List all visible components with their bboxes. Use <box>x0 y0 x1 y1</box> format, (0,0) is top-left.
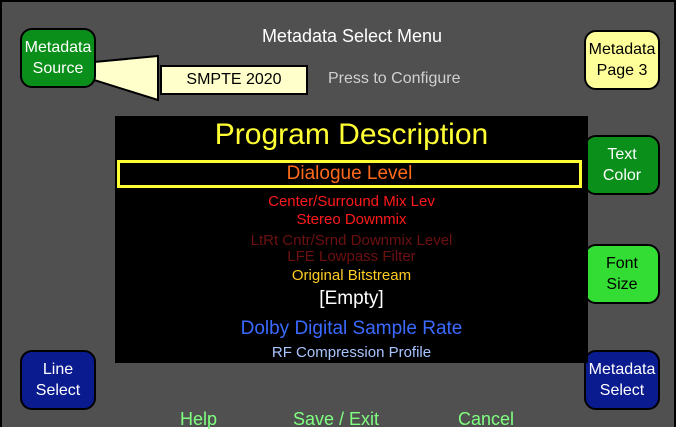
metadata-item-empty[interactable]: [Empty] <box>115 288 588 310</box>
metadata-item-label: LFE Lowpass Filter <box>287 248 416 265</box>
configure-hint: Press to Configure <box>328 70 461 87</box>
text-color-label-2: Color <box>602 167 642 184</box>
line-select-button[interactable]: Line Select <box>20 350 96 410</box>
metadata-source-button[interactable]: Metadata Source <box>20 28 96 88</box>
metadata-item-label: Stereo Downmix <box>296 211 407 228</box>
metadata-source-value[interactable]: SMPTE 2020 <box>160 65 308 95</box>
metadata-item-label: LtRt Cntr/Srnd Downmix Level <box>250 232 453 249</box>
metadata-item-label: Original Bitstream <box>291 267 412 284</box>
metadata-item-original-bitstream[interactable]: Original Bitstream <box>115 267 588 284</box>
metadata-page-label-1: Metadata <box>588 41 656 58</box>
text-color-button[interactable]: Text Color <box>584 135 660 195</box>
metadata-source-label-2: Source <box>32 60 84 77</box>
text-color-label-1: Text <box>607 146 637 163</box>
metadata-item-label: Dialogue Level <box>286 163 413 184</box>
metadata-item-sample-rate[interactable]: Dolby Digital Sample Rate <box>115 318 588 340</box>
line-select-label-1: Line <box>42 361 74 378</box>
metadata-item-label: Center/Surround Mix Lev <box>268 193 435 210</box>
metadata-source-label-1: Metadata <box>24 39 92 56</box>
metadata-item-ltrt-downmix-level[interactable]: LtRt Cntr/Srnd Downmix Level <box>115 232 588 249</box>
metadata-item-label: [Empty] <box>319 288 384 309</box>
metadata-item-rf-compression[interactable]: RF Compression Profile <box>115 344 588 361</box>
metadata-item-stereo-downmix[interactable]: Stereo Downmix <box>115 211 588 228</box>
program-description-panel: Program Description Dialogue Level Cente… <box>115 116 588 363</box>
metadata-item-lfe-lowpass[interactable]: LFE Lowpass Filter <box>115 248 588 265</box>
metadata-page-button[interactable]: Metadata Page 3 <box>584 30 660 90</box>
metadata-page-label-2: Page 3 <box>596 62 648 79</box>
line-select-label-2: Select <box>35 382 81 399</box>
font-size-label-2: Size <box>606 276 638 293</box>
metadata-item-center-surround-mix[interactable]: Center/Surround Mix Lev <box>115 193 588 210</box>
page-title: Metadata Select Menu <box>261 26 443 46</box>
panel-title: Program Description <box>214 118 489 151</box>
font-size-label-1: Font <box>605 255 638 272</box>
metadata-select-label-2: Select <box>599 382 645 399</box>
metadata-select-screen: Metadata Select Menu Metadata Source SMP… <box>0 0 676 429</box>
metadata-item-dialogue-level[interactable]: Dialogue Level <box>117 160 582 188</box>
metadata-item-label: RF Compression Profile <box>271 344 432 361</box>
metadata-select-button[interactable]: Metadata Select <box>584 350 660 410</box>
metadata-select-label-1: Metadata <box>588 361 656 378</box>
font-size-button[interactable]: Font Size <box>584 244 660 304</box>
metadata-item-label: Dolby Digital Sample Rate <box>240 318 463 339</box>
